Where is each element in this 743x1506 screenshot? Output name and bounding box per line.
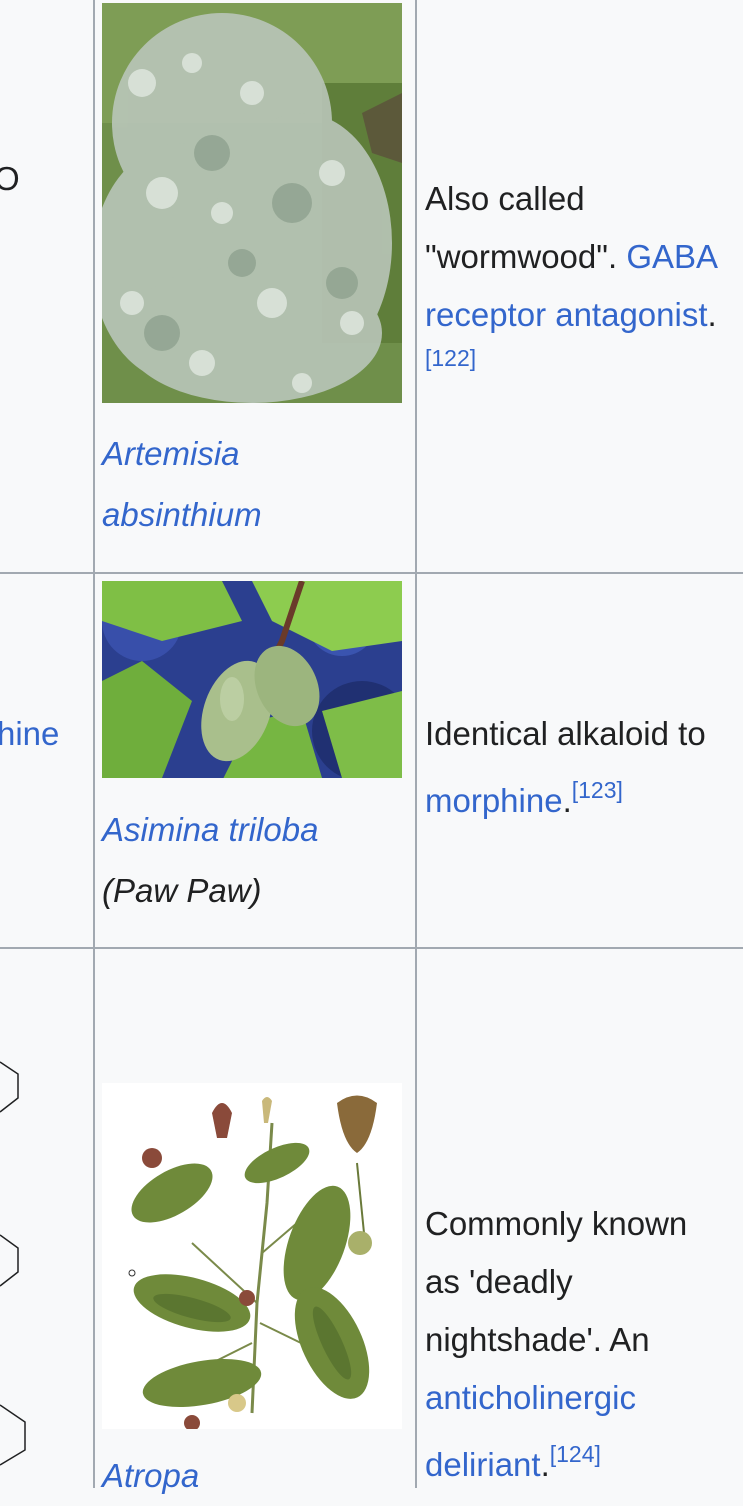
table-column-divider-left — [93, 0, 95, 1488]
anticholinergic-link[interactable]: anticholinergic — [425, 1379, 636, 1416]
left-cell-text-fragment: O — [0, 160, 20, 197]
artemisia-description: Also called "wormwood". GABA receptor an… — [425, 170, 743, 402]
table-row-divider-1 — [0, 572, 743, 574]
asimina-description: Identical alkaloid to morphine.[123] — [425, 705, 743, 830]
desc-text: as 'deadly — [425, 1263, 573, 1300]
gaba-link[interactable]: GABA — [626, 238, 718, 275]
left-cell-link-fragment[interactable]: hine — [0, 715, 59, 753]
deliriant-link[interactable]: deliriant — [425, 1446, 541, 1483]
artemisia-caption: Artemisia absinthium — [102, 423, 407, 545]
atropa-description: Commonly known as 'deadly nightshade'. A… — [425, 1195, 743, 1494]
artemisia-absinthium-photo[interactable] — [102, 3, 402, 403]
desc-text: nightshade'. An — [425, 1321, 650, 1358]
paw-paw-note: (Paw Paw) — [102, 872, 262, 909]
desc-punct: . — [707, 296, 717, 333]
desc-text: Commonly known — [425, 1205, 688, 1242]
desc-text: "wormwood". — [425, 238, 627, 275]
reference-122[interactable]: [122] — [425, 345, 476, 371]
atropa-belladonna-illustration[interactable] — [102, 1083, 402, 1429]
asimina-triloba-photo[interactable] — [102, 581, 402, 778]
asimina-triloba-link[interactable]: Asimina triloba — [102, 811, 318, 848]
chemical-structure-diagram — [0, 1061, 26, 1466]
desc-text: Identical alkaloid to — [425, 715, 706, 752]
receptor-antagonist-link[interactable]: receptor antagonist — [425, 296, 708, 333]
table-row-divider-2 — [0, 947, 743, 949]
desc-punct: . — [540, 1446, 550, 1483]
atropa-link[interactable]: Atropa — [102, 1457, 199, 1494]
asimina-caption: Asimina triloba (Paw Paw) — [102, 799, 407, 921]
table-column-divider-right — [415, 0, 417, 1488]
desc-text: Also called — [425, 180, 585, 217]
morphine-link[interactable]: morphine — [425, 782, 563, 819]
reference-124[interactable]: [124] — [550, 1441, 601, 1467]
atropa-caption: Atropa — [102, 1445, 407, 1506]
artemisia-link-line1[interactable]: Artemisia — [102, 435, 240, 472]
desc-punct: . — [562, 782, 572, 819]
artemisia-link-line2[interactable]: absinthium — [102, 496, 262, 533]
reference-123[interactable]: [123] — [572, 777, 623, 803]
